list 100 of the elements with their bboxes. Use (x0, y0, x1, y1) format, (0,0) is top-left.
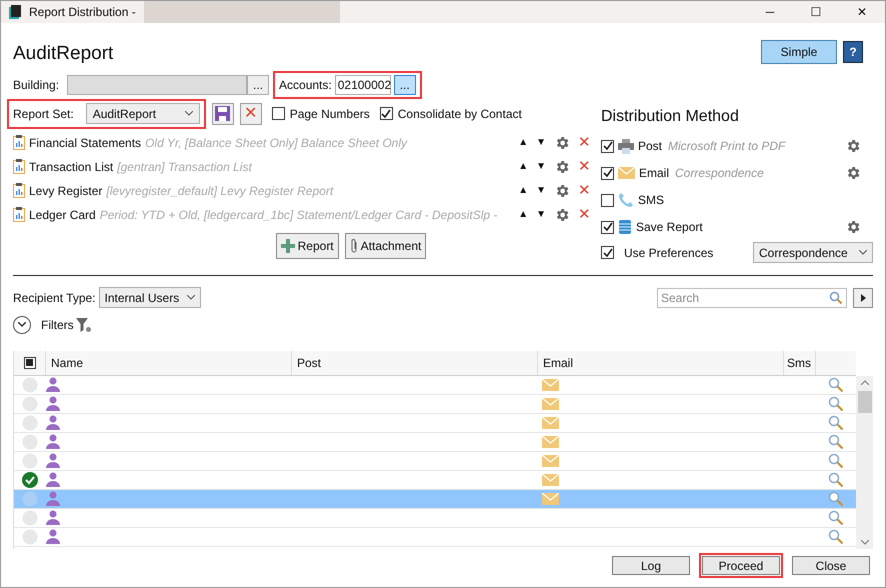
envelope-icon (542, 474, 559, 486)
phone-icon (618, 192, 634, 208)
gear-icon[interactable] (845, 219, 861, 235)
checkbox[interactable] (380, 107, 393, 120)
envelope-icon (542, 492, 559, 504)
browse-button[interactable]: ... (394, 74, 416, 94)
remove-button[interactable]: ✕ (578, 183, 591, 198)
search-field[interactable]: Search (657, 288, 847, 308)
filters-label: Filters (41, 316, 74, 334)
report-detail: [gentran] Transaction List (117, 158, 252, 176)
envelope-icon (542, 436, 559, 448)
table-row[interactable] (14, 470, 856, 490)
search-icon[interactable] (828, 472, 844, 488)
search-icon[interactable] (828, 528, 844, 544)
clipboard-chart-icon (13, 159, 25, 174)
search-icon[interactable] (828, 396, 844, 412)
scrollbar[interactable] (856, 350, 873, 548)
envelope-icon (542, 398, 559, 410)
help-button[interactable]: ? (843, 41, 863, 63)
column-header[interactable]: Post (292, 350, 538, 374)
envelope-icon (618, 167, 635, 179)
check-circle-icon[interactable] (22, 472, 38, 488)
report-set-dropdown[interactable]: AuditReport (86, 103, 200, 124)
remove-button[interactable]: ✕ (578, 207, 591, 222)
expand-button[interactable] (853, 288, 873, 308)
move-up-button[interactable]: ▲ (518, 183, 528, 198)
method-label: SMS (638, 192, 664, 209)
chevron-icon (18, 322, 26, 327)
checkbox[interactable] (601, 166, 614, 180)
funnel-gear-icon[interactable] (76, 316, 92, 332)
gear-icon[interactable] (845, 165, 861, 181)
window-control[interactable]: ✕ (839, 1, 885, 23)
person-icon (46, 472, 60, 487)
simple-button[interactable]: Simple (761, 40, 837, 64)
remove-button[interactable]: ✕ (578, 159, 591, 174)
move-up-button[interactable]: ▲ (518, 207, 528, 222)
move-up-button[interactable]: ▲ (518, 135, 528, 150)
gear-icon[interactable] (554, 206, 570, 222)
accounts-field[interactable]: 02100002 (334, 74, 391, 94)
search-icon[interactable] (828, 434, 844, 450)
checkbox[interactable] (601, 140, 614, 152)
checkbox[interactable] (272, 107, 285, 120)
scroll-down-icon[interactable] (860, 540, 868, 544)
field-label: Accounts: (279, 76, 332, 94)
gear-icon[interactable] (554, 134, 570, 150)
gear-icon[interactable] (845, 138, 861, 154)
remove-button[interactable]: ✕ (578, 135, 591, 150)
scroll-thumb[interactable] (858, 390, 872, 412)
person-icon (46, 377, 60, 392)
preferences-dropdown[interactable]: Correspondence (753, 242, 873, 263)
browse-button[interactable]: ... (247, 74, 270, 94)
search-icon[interactable] (828, 414, 844, 430)
column-header[interactable]: Sms (784, 350, 816, 374)
method-label: Post (638, 138, 662, 155)
move-down-button[interactable]: ▼ (536, 207, 546, 222)
move-down-button[interactable]: ▼ (536, 135, 546, 150)
field-label: Recipient Type: (13, 290, 96, 306)
checkbox[interactable] (601, 220, 614, 234)
add-report-button[interactable]: Report (276, 232, 339, 258)
delete-button[interactable]: ✕ (240, 102, 262, 124)
search-icon[interactable] (828, 510, 844, 526)
caret-icon (187, 295, 196, 300)
search-icon[interactable] (828, 452, 844, 468)
recipient-type-dropdown[interactable]: Internal Users (98, 287, 202, 308)
person-icon (46, 415, 60, 430)
play-arrow-icon (860, 294, 866, 302)
building-field[interactable] (67, 74, 248, 94)
person-icon (46, 453, 60, 468)
table-row[interactable] (14, 394, 856, 414)
search-icon[interactable] (828, 490, 844, 506)
checkbox[interactable] (601, 194, 614, 206)
scroll-up-icon[interactable] (860, 380, 868, 384)
filters-toggle[interactable] (13, 316, 31, 334)
move-up-button[interactable]: ▲ (518, 159, 528, 174)
window-control[interactable]: ☐ (793, 1, 839, 23)
gear-icon[interactable] (554, 158, 570, 174)
attachment-button[interactable]: Attachment (344, 232, 426, 258)
move-down-button[interactable]: ▼ (536, 159, 546, 174)
select-all-checkbox[interactable] (24, 356, 36, 368)
field-label: Report Set: (13, 106, 74, 122)
table-row[interactable] (14, 414, 856, 432)
move-down-button[interactable]: ▼ (536, 183, 546, 198)
save-button[interactable] (212, 102, 234, 124)
search-icon (829, 290, 843, 304)
search-icon[interactable] (828, 376, 844, 392)
report-name: Transaction List (29, 158, 114, 176)
clipboard-chart-icon (13, 135, 25, 150)
column-header[interactable]: Email (538, 350, 784, 374)
table-row[interactable] (14, 376, 856, 394)
checkbox[interactable] (601, 246, 614, 259)
gear-icon[interactable] (554, 182, 570, 198)
window-control[interactable]: ─ (747, 1, 793, 23)
column-header[interactable]: Name (46, 350, 292, 374)
caret-icon (184, 111, 193, 116)
person-icon (46, 434, 60, 449)
footer-button[interactable]: Proceed (702, 556, 780, 574)
table-row[interactable] (14, 432, 856, 452)
footer-button[interactable]: Close (792, 556, 870, 574)
caret-icon (859, 250, 867, 255)
footer-button[interactable]: Log (612, 556, 690, 574)
